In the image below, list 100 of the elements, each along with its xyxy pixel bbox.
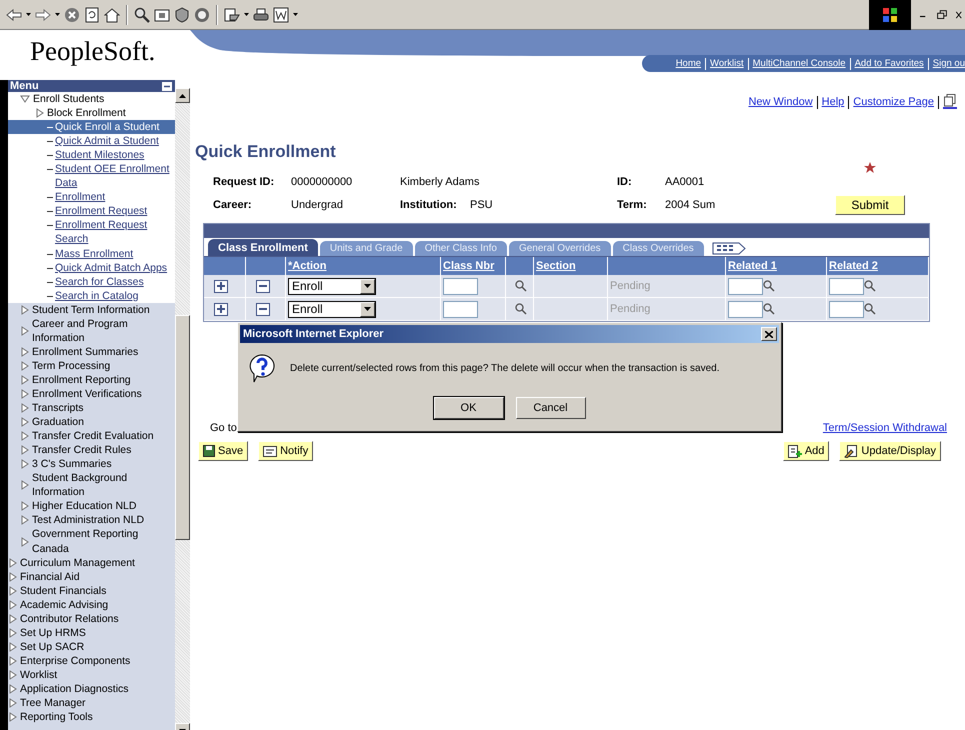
expanded-triangle-icon[interactable]: [20, 95, 31, 104]
dropdown-arrow-icon[interactable]: [244, 13, 249, 16]
collapsed-triangle-icon[interactable]: [8, 656, 18, 666]
scrollbar[interactable]: [175, 88, 190, 730]
page-action-button[interactable]: Update/Display: [839, 441, 941, 461]
menu-folder[interactable]: Enrollment Verifications: [8, 386, 175, 402]
search-icon[interactable]: [134, 6, 150, 22]
menu-page-link[interactable]: Enrollment: [8, 190, 175, 204]
grid-tab[interactable]: Class Enrollment: [208, 239, 318, 256]
menu-folder[interactable]: Higher Education NLD: [8, 499, 175, 514]
menu-folder[interactable]: Set Up SACR: [8, 640, 175, 654]
refresh-icon[interactable]: [84, 6, 100, 22]
collapsed-triangle-icon[interactable]: [20, 403, 30, 414]
shield-icon[interactable]: [174, 6, 190, 22]
menu-page-link[interactable]: Quick Admit a Student: [8, 134, 175, 148]
collapsed-triangle-icon[interactable]: [8, 642, 18, 652]
word-icon[interactable]: [273, 6, 289, 22]
collapsed-triangle-icon[interactable]: [8, 558, 18, 568]
action-dropdown[interactable]: Enroll: [288, 278, 376, 294]
menu-folder[interactable]: Test Administration NLD: [8, 513, 175, 528]
menu-page-link[interactable]: Student Milestones: [8, 148, 175, 162]
collapsed-triangle-icon[interactable]: [20, 417, 30, 428]
related-field[interactable]: [829, 278, 864, 294]
menu-folder[interactable]: Worklist: [8, 668, 175, 682]
menu-folder[interactable]: Application Diagnostics: [8, 682, 175, 696]
dialog-button[interactable]: OK: [434, 397, 504, 419]
collapsed-triangle-icon[interactable]: [20, 431, 30, 442]
action-dropdown[interactable]: Enroll: [288, 300, 376, 318]
page-link[interactable]: Help: [822, 96, 844, 108]
menu-folder[interactable]: Student Background Information: [8, 471, 175, 500]
collapsed-triangle-icon[interactable]: [8, 614, 18, 624]
related-field[interactable]: [728, 278, 763, 294]
menu-folder[interactable]: Transcripts: [8, 401, 175, 416]
dropdown-arrow-icon[interactable]: [26, 13, 31, 16]
printer-icon[interactable]: [253, 6, 269, 22]
column-header[interactable]: Related 2: [827, 257, 929, 275]
collapsed-triangle-icon[interactable]: [20, 304, 30, 315]
mail-icon[interactable]: [224, 6, 240, 22]
back-icon[interactable]: [6, 6, 22, 22]
menu-page-link[interactable]: Enrollment Request: [8, 204, 175, 218]
menu-folder[interactable]: Academic Advising: [8, 598, 175, 612]
menu-page-link[interactable]: Mass Enrollment: [8, 246, 175, 261]
collapsed-triangle-icon[interactable]: [35, 108, 45, 118]
related-field[interactable]: [728, 300, 763, 318]
history-icon[interactable]: [194, 6, 210, 22]
header-link[interactable]: Worklist: [705, 58, 748, 70]
delete-row-button[interactable]: [256, 280, 270, 292]
collapsed-triangle-icon[interactable]: [8, 684, 18, 694]
page-action-button[interactable]: Save: [198, 441, 248, 461]
collapsed-triangle-icon[interactable]: [20, 480, 30, 490]
delete-row-button[interactable]: [256, 302, 270, 316]
add-row-button[interactable]: [214, 280, 228, 292]
dialog-button[interactable]: Cancel: [516, 397, 586, 419]
lookup-icon[interactable]: [763, 303, 775, 315]
menu-page-link[interactable]: Enrollment Request Search: [8, 218, 175, 247]
menu-folder[interactable]: Tree Manager: [8, 696, 175, 710]
menu-folder[interactable]: Graduation: [8, 415, 175, 430]
menu-folder[interactable]: 3 C's Summaries: [8, 457, 175, 472]
collapsed-triangle-icon[interactable]: [20, 360, 30, 371]
menu-page-link[interactable]: Quick Admit Batch Apps: [8, 260, 175, 275]
menu-folder[interactable]: Set Up HRMS: [8, 626, 175, 640]
collapsed-triangle-icon[interactable]: [8, 600, 18, 610]
collapsed-triangle-icon[interactable]: [20, 326, 30, 336]
submit-button[interactable]: Submit: [835, 195, 905, 215]
menu-folder[interactable]: Enroll Students: [8, 92, 175, 106]
goto-link[interactable]: Term/Session Withdrawal: [822, 422, 947, 434]
menu-folder[interactable]: Financial Aid: [8, 570, 175, 584]
menu-page-link[interactable]: Search for Classes: [8, 274, 175, 289]
menu-folder[interactable]: Curriculum Management: [8, 556, 175, 570]
menu-folder[interactable]: Student Financials: [8, 584, 175, 598]
related-field[interactable]: [829, 300, 864, 318]
header-link[interactable]: MultiChannel Console: [748, 58, 850, 70]
show-all-tabs-icon[interactable]: [712, 242, 746, 255]
collapsed-triangle-icon[interactable]: [20, 445, 30, 456]
collapsed-triangle-icon[interactable]: [20, 536, 30, 546]
lookup-icon[interactable]: [864, 280, 876, 292]
header-link[interactable]: Add to Favorites: [850, 58, 928, 70]
lookup-icon[interactable]: [514, 280, 526, 292]
collapsed-triangle-icon[interactable]: [8, 586, 18, 596]
menu-folder[interactable]: Contributor Relations: [8, 612, 175, 626]
column-header[interactable]: *Action: [286, 257, 441, 275]
http-pages-icon[interactable]: [943, 94, 957, 110]
header-link[interactable]: Sign ou: [928, 58, 965, 70]
menu-folder[interactable]: Reporting Tools: [8, 710, 175, 724]
column-header[interactable]: Section: [534, 257, 608, 275]
menu-folder[interactable]: Block Enrollment: [8, 106, 175, 120]
page-action-button[interactable]: Add: [782, 441, 830, 461]
menu-folder[interactable]: Transfer Credit Evaluation: [8, 429, 175, 444]
menu-folder[interactable]: Enrollment Summaries: [8, 344, 175, 359]
collapsed-triangle-icon[interactable]: [20, 389, 30, 399]
page-link[interactable]: New Window: [748, 96, 813, 108]
menu-page-link[interactable]: Search in Catalog: [8, 288, 175, 303]
home-icon[interactable]: [104, 6, 120, 22]
scroll-up-icon[interactable]: [179, 94, 186, 98]
collapsed-triangle-icon[interactable]: [20, 501, 30, 512]
header-link[interactable]: Home: [672, 58, 706, 70]
column-header[interactable]: Related 1: [726, 257, 827, 275]
forward-icon[interactable]: [35, 6, 51, 22]
menu-folder[interactable]: Enrollment Reporting: [8, 372, 175, 387]
windows-logo-icon[interactable]: [882, 6, 898, 22]
